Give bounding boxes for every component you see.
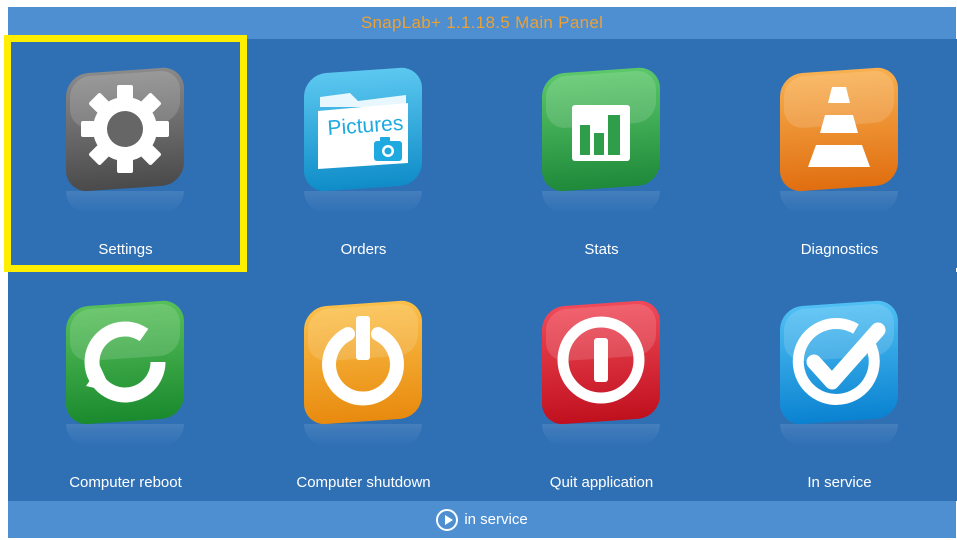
tile-reflection	[780, 191, 898, 213]
computer-reboot-tile[interactable]: Computer reboot	[8, 272, 243, 501]
traffic-cone-icon	[774, 63, 904, 193]
tile-label: Diagnostics	[800, 241, 879, 258]
tile-grid: Settings Pictures Orders Stats Diagnosti…	[4, 35, 957, 501]
tile-reflection	[780, 424, 898, 446]
tile-reflection	[304, 424, 422, 446]
window-title: SnapLab+ 1.1.18.5 Main Panel	[360, 13, 604, 32]
tile-reflection	[542, 191, 660, 213]
play-circle-icon[interactable]	[436, 508, 459, 531]
tile-label: Orders	[340, 241, 387, 258]
tile-label: Stats	[584, 241, 619, 258]
computer-shutdown-tile[interactable]: Computer shutdown	[246, 272, 481, 501]
tile-reflection	[66, 191, 184, 213]
tile-label: Quit application	[549, 474, 654, 491]
gear-icon	[60, 63, 190, 193]
refresh-icon	[60, 296, 190, 426]
tile-reflection	[542, 424, 660, 446]
diagnostics-tile[interactable]: Diagnostics	[722, 39, 957, 268]
in-service-tile[interactable]: In service	[722, 272, 957, 501]
settings-tile[interactable]: Settings	[4, 35, 247, 272]
status-bar: in service	[8, 501, 956, 538]
tile-label: Computer shutdown	[296, 474, 431, 491]
quit-application-tile[interactable]: Quit application	[484, 272, 719, 501]
main-panel: SnapLab+ 1.1.18.5 Main Panel Settings Pi…	[4, 7, 957, 538]
status-text: in service	[464, 511, 528, 528]
tile-reflection	[304, 191, 422, 213]
quit-icon	[536, 296, 666, 426]
stats-tile[interactable]: Stats	[484, 39, 719, 268]
pictures-folder-icon: Pictures	[298, 63, 428, 193]
tile-reflection	[66, 424, 184, 446]
power-icon	[298, 296, 428, 426]
bar-chart-icon	[536, 63, 666, 193]
orders-tile[interactable]: Pictures Orders	[246, 39, 481, 268]
title-bar: SnapLab+ 1.1.18.5 Main Panel	[8, 7, 956, 39]
checkmark-icon	[774, 296, 904, 426]
tile-label: Computer reboot	[69, 474, 182, 491]
tile-label: In service	[807, 474, 872, 491]
tile-label: Settings	[98, 241, 153, 258]
